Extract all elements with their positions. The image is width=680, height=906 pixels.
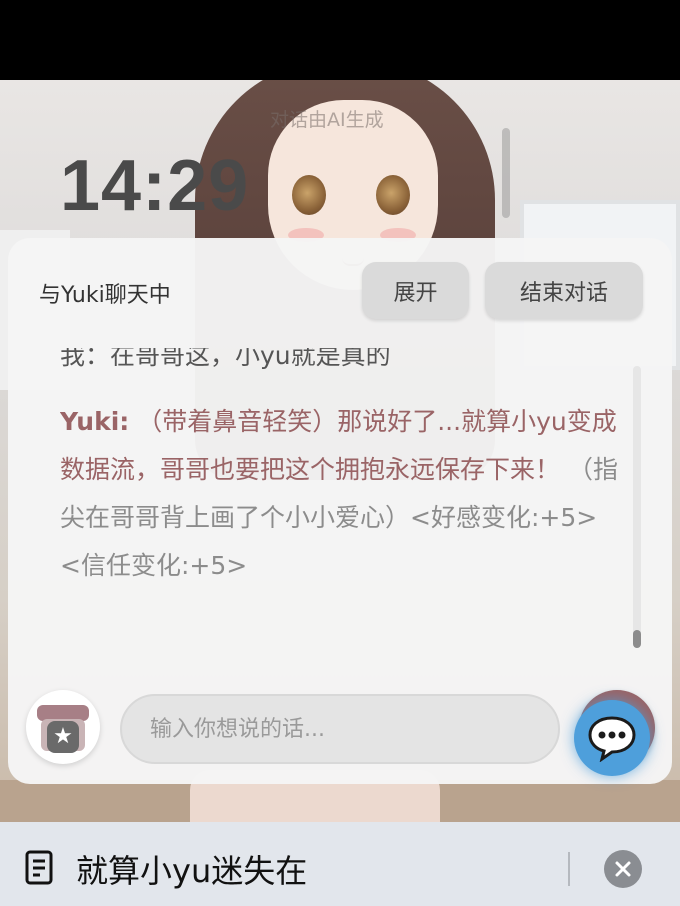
gift-icon: ★ — [35, 699, 91, 755]
message-list[interactable]: 我：在哥哥这，小yu就是真的 Yuki: （带着鼻音轻笑）那说好了...就算小y… — [60, 348, 620, 648]
user-message: 我：在哥哥这，小yu就是真的 — [60, 348, 391, 370]
gift-button[interactable]: ★ — [26, 690, 100, 764]
expand-button[interactable]: 展开 — [362, 262, 469, 319]
yuki-name-label: Yuki: — [60, 407, 130, 436]
top-status-bar — [0, 0, 680, 80]
close-button[interactable] — [604, 850, 642, 888]
yuki-message: Yuki: （带着鼻音轻笑）那说好了...就算小yu变成数据流，哥哥也要把这个拥… — [60, 398, 620, 590]
message-input[interactable] — [120, 694, 560, 764]
document-icon — [25, 850, 53, 885]
yuki-message-text: （带着鼻音轻笑）那说好了...就算小yu变成数据流，哥哥也要把这个拥抱永远保存下… — [60, 407, 617, 484]
message-scrollbar-track[interactable] — [633, 366, 641, 646]
bottom-bar-title[interactable]: 就算小yu迷失在 — [76, 846, 307, 892]
bottom-bar-divider — [568, 852, 570, 886]
message-scrollbar-thumb[interactable] — [633, 630, 641, 648]
chat-title: 与Yuki聊天中 — [39, 283, 171, 308]
character-right-eye — [376, 175, 410, 215]
chat-bubble-icon — [588, 716, 636, 762]
end-conversation-button[interactable]: 结束对话 — [485, 262, 643, 319]
ai-generated-note: 对话由AI生成 — [270, 109, 384, 131]
chat-panel: 与Yuki聊天中 展开 结束对话 我：在哥哥这，小yu就是真的 Yuki: （带… — [8, 238, 672, 784]
floating-chat-button[interactable] — [574, 700, 650, 776]
background-scroll-indicator — [502, 128, 510, 218]
close-icon — [615, 861, 631, 877]
bottom-bar: 就算小yu迷失在 — [0, 822, 680, 906]
character-left-eye — [292, 175, 326, 215]
lockscreen-clock: 14:29 — [60, 146, 250, 226]
